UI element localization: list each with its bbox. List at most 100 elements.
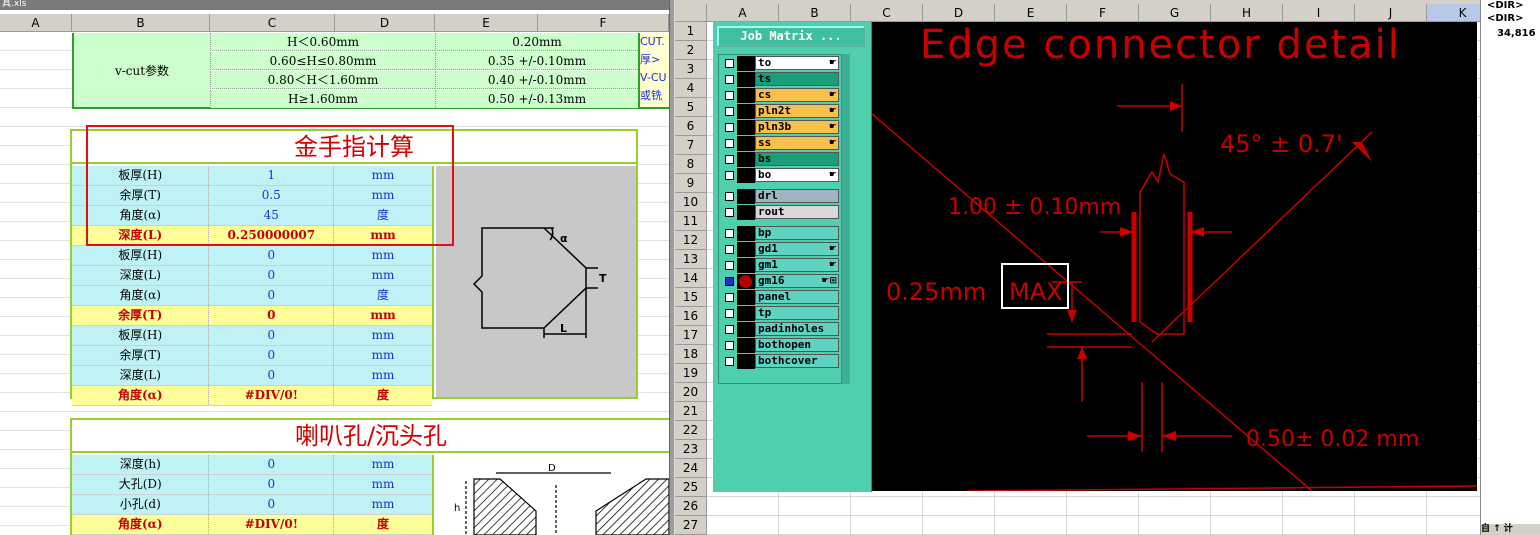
column-header-J[interactable]: J [1355,4,1427,22]
vcut-thick-cell[interactable]: 0.60≤H≤0.80mm [210,52,435,70]
column-header-E[interactable]: E [995,4,1067,22]
column-header-G[interactable]: G [1139,4,1211,22]
column-header-D[interactable]: D [335,14,435,32]
layer-name[interactable]: bothcover [755,354,839,368]
calc-value[interactable]: 0 [208,455,333,474]
calc-value[interactable]: 0 [208,366,333,385]
row-header-23[interactable]: 23 [675,440,707,459]
layer-bs[interactable]: bs [719,152,841,167]
calc-unit[interactable]: mm [333,475,432,494]
calc-unit[interactable]: mm [333,366,432,385]
calc-unit[interactable]: mm [333,346,432,365]
row-header-5[interactable]: 5 [675,98,707,117]
column-header-E[interactable]: E [435,14,538,32]
calc-unit[interactable]: mm [333,246,432,265]
layer-name[interactable]: bothopen [755,338,839,352]
row-header-14[interactable]: 14 [675,269,707,288]
calc-label[interactable]: 角度(α) [72,515,208,534]
column-header-B[interactable]: B [779,4,851,22]
layer-name[interactable]: gd1 ☛ [755,242,839,256]
layer-cs[interactable]: cs ☛ [719,88,841,103]
column-header-F[interactable]: F [538,14,669,32]
vcut-thick-cell[interactable]: H≥1.60mm [210,90,435,108]
layer-bo[interactable]: bo ☛ [719,168,841,183]
calc-label[interactable]: 角度(α) [72,286,208,305]
layer-name[interactable]: ss ☛ [755,136,839,150]
layer-padinholes[interactable]: padinholes [719,322,841,337]
calc-value[interactable]: 0 [208,266,333,285]
calc-value[interactable]: #DIV/0! [208,386,333,405]
calc-unit[interactable]: mm [333,455,432,474]
row-header-9[interactable]: 9 [675,174,707,193]
layer-name[interactable]: padinholes [755,322,839,336]
layer-name[interactable]: cs ☛ [755,88,839,102]
calc-label[interactable]: 余厚(T) [72,346,208,365]
row-header-7[interactable]: 7 [675,136,707,155]
row-header-15[interactable]: 15 [675,288,707,307]
vcut-value-cell[interactable]: 0.35 +/-0.10mm [435,52,638,70]
vcut-value-cell[interactable]: 0.20mm [435,33,638,51]
layer-ts[interactable]: ts [719,72,841,87]
column-header-C[interactable]: C [851,4,923,22]
layer-checkbox[interactable] [725,309,734,318]
row-header-21[interactable]: 21 [675,402,707,421]
file-size-entry[interactable]: 34,816 [1497,28,1536,39]
layer-ss[interactable]: ss ☛ [719,136,841,151]
layer-bp[interactable]: bp [719,226,841,241]
row-header-10[interactable]: 10 [675,193,707,212]
vcut-thick-cell[interactable]: 0.80＜H＜1.60mm [210,71,435,89]
calc-label[interactable]: 深度(L) [72,266,208,285]
row-header-19[interactable]: 19 [675,364,707,383]
row-header-25[interactable]: 25 [675,478,707,497]
layer-pln3b[interactable]: pln3b ☛ [719,120,841,135]
layer-bothopen[interactable]: bothopen [719,338,841,353]
row-header-27[interactable]: 27 [675,516,707,535]
layer-gm1[interactable]: gm1 ☛ [719,258,841,273]
layer-name[interactable]: bo ☛ [755,168,839,182]
layer-rout[interactable]: rout [719,205,841,220]
calc-unit[interactable]: mm [333,495,432,514]
layer-checkbox[interactable] [725,357,734,366]
layer-name[interactable]: panel [755,290,839,304]
dir-entry[interactable]: <DIR> [1487,13,1523,24]
row-header-6[interactable]: 6 [675,117,707,136]
column-header-A[interactable]: A [0,14,72,32]
calc-value[interactable]: 0 [208,475,333,494]
row-header-12[interactable]: 12 [675,231,707,250]
corner-select-all[interactable] [675,4,707,22]
layer-tp[interactable]: tp [719,306,841,321]
column-header-D[interactable]: D [923,4,995,22]
column-header-I[interactable]: I [1283,4,1355,22]
layer-name[interactable]: pln3b ☛ [755,120,839,134]
layer-checkbox[interactable] [725,325,734,334]
calc-value[interactable]: 0 [208,246,333,265]
layer-name[interactable]: drl [755,189,839,203]
vcut-value-cell[interactable]: 0.50 +/-0.13mm [435,90,638,108]
dir-entry[interactable]: <DIR> [1487,0,1523,11]
layer-checkbox[interactable] [725,341,734,350]
layer-name[interactable]: to ☛ [755,56,839,70]
row-header-3[interactable]: 3 [675,60,707,79]
calc-unit[interactable]: 度 [333,515,432,534]
calc-label[interactable]: 角度(α) [72,386,208,405]
column-header-A[interactable]: A [707,4,779,22]
layer-to[interactable]: to ☛ [719,56,841,71]
row-header-22[interactable]: 22 [675,421,707,440]
calc-unit[interactable]: mm [333,266,432,285]
calc-value[interactable]: 0 [208,286,333,305]
layer-name[interactable]: bp [755,226,839,240]
layer-panel[interactable]: panel [719,290,841,305]
layer-name[interactable]: pln2t ☛ [755,104,839,118]
calc-value[interactable]: 0 [208,495,333,514]
calc-unit[interactable]: mm [333,306,432,325]
row-header-18[interactable]: 18 [675,345,707,364]
layer-checkbox[interactable] [725,245,734,254]
layer-checkbox[interactable] [725,91,734,100]
layer-name[interactable]: tp [755,306,839,320]
column-header-K[interactable]: K [1427,4,1480,22]
layer-name[interactable]: bs [755,152,839,166]
layer-checkbox[interactable] [725,155,734,164]
row-header-4[interactable]: 4 [675,79,707,98]
layer-checkbox[interactable] [725,192,734,201]
layer-checkbox[interactable] [725,208,734,217]
